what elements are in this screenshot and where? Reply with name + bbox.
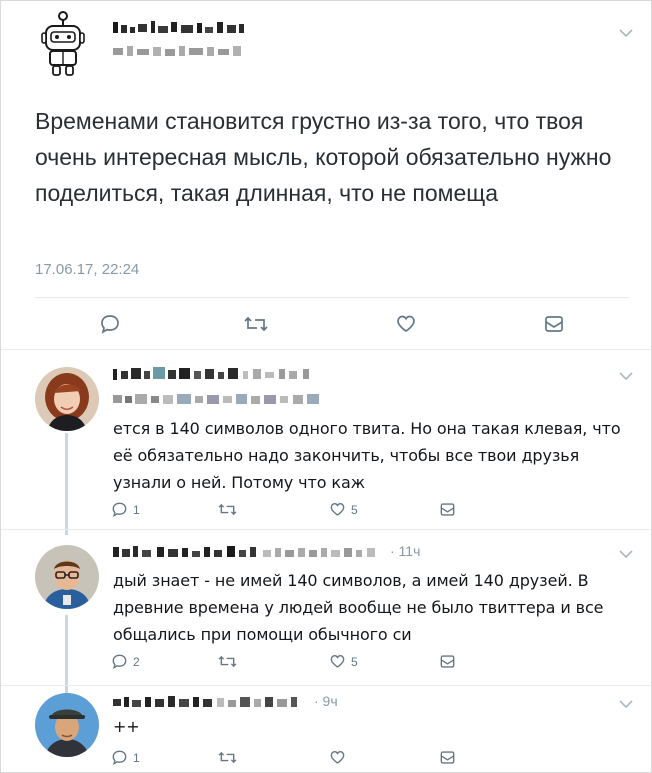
like-count: 5 <box>351 502 358 517</box>
blurred-user-handle <box>113 394 319 404</box>
envelope-icon <box>440 503 455 516</box>
woman-avatar-icon <box>35 367 99 431</box>
blurred-user-name <box>113 546 375 557</box>
retweet-button[interactable] <box>217 501 238 518</box>
retweet-button[interactable] <box>243 313 269 335</box>
like-button[interactable] <box>395 313 417 335</box>
envelope-icon <box>545 316 563 332</box>
divider <box>1 685 652 686</box>
reply-icon <box>112 654 127 670</box>
retweet-button[interactable] <box>217 749 238 766</box>
reply-time[interactable]: · 9ч <box>314 693 338 709</box>
message-button[interactable] <box>543 313 565 335</box>
chevron-down-icon[interactable] <box>619 28 633 38</box>
blurred-user-name <box>113 367 309 380</box>
reply-icon <box>112 750 127 766</box>
heart-icon <box>330 503 345 516</box>
like-button[interactable] <box>329 749 346 766</box>
heart-icon <box>330 751 345 764</box>
reply-button[interactable] <box>99 313 121 335</box>
reply-count: 2 <box>133 654 140 669</box>
reply-count: 1 <box>133 502 140 517</box>
reply-tweet: · 9ч ++ 1 <box>1 687 652 773</box>
message-button[interactable] <box>439 501 456 518</box>
message-button[interactable] <box>439 749 456 766</box>
chevron-down-icon[interactable] <box>619 371 633 381</box>
retweet-button[interactable] <box>217 653 238 670</box>
heart-icon <box>330 655 345 668</box>
like-button[interactable]: 5 <box>329 501 358 518</box>
reply-text: ++ <box>113 717 140 736</box>
blurred-user-name <box>113 21 244 33</box>
main-tweet-timestamp[interactable]: 17.06.17, 22:24 <box>35 261 139 278</box>
man-cap-avatar-icon <box>35 693 99 757</box>
reply-text: ется в 140 символов одного твита. Но она… <box>113 419 621 492</box>
reply-count: 1 <box>133 750 140 765</box>
envelope-icon <box>440 655 455 668</box>
retweet-icon <box>244 316 268 332</box>
main-tweet: Временами становится грустно из-за того,… <box>1 1 652 351</box>
avatar[interactable] <box>35 367 99 431</box>
blurred-user-handle <box>113 46 241 56</box>
avatar[interactable] <box>35 693 99 757</box>
heart-icon <box>397 315 415 333</box>
like-count: 5 <box>351 654 358 669</box>
tweet-thread-screenshot: Временами становится грустно из-за того,… <box>0 0 652 773</box>
chevron-down-icon[interactable] <box>619 699 633 709</box>
reply-tweet: ется в 140 символов одного твита. Но она… <box>1 353 652 531</box>
man-avatar-icon <box>35 545 99 609</box>
reply-icon <box>101 315 119 334</box>
blurred-user-name <box>113 696 297 707</box>
reply-tweet: · 11ч дый знает - не имей 140 символов, … <box>1 531 652 687</box>
divider <box>35 297 629 298</box>
retweet-icon <box>218 503 237 516</box>
message-button[interactable] <box>439 653 456 670</box>
reply-text: дый знает - не имей 140 символов, а имей… <box>113 571 604 644</box>
retweet-icon <box>218 655 237 668</box>
robot-icon[interactable] <box>39 11 87 77</box>
divider <box>1 529 652 530</box>
chevron-down-icon[interactable] <box>619 549 633 559</box>
like-button[interactable]: 5 <box>329 653 358 670</box>
avatar[interactable] <box>35 545 99 609</box>
reply-button[interactable]: 1 <box>111 501 140 518</box>
reply-button[interactable]: 1 <box>111 749 140 766</box>
reply-button[interactable]: 2 <box>111 653 140 670</box>
envelope-icon <box>440 751 455 764</box>
divider <box>1 349 652 350</box>
main-tweet-text: Временами становится грустно из-за того,… <box>35 108 612 206</box>
reply-icon <box>112 502 127 518</box>
reply-time[interactable]: · 11ч <box>390 543 420 559</box>
retweet-icon <box>218 751 237 764</box>
